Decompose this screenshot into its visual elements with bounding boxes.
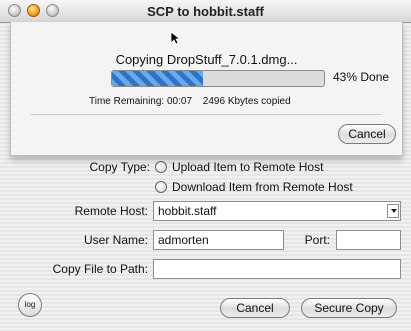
progress-sheet: Copying DropStuff_7.0.1.dmg... 43% Done …: [10, 22, 403, 156]
copy-type-label: Copy Type:: [89, 160, 150, 174]
title-bar[interactable]: SCP to hobbit.staff: [0, 0, 411, 23]
progress-bar: [111, 70, 325, 87]
cancel-button[interactable]: Cancel: [220, 298, 290, 318]
download-radio[interactable]: [155, 181, 167, 193]
time-remaining: Time Remaining: 00:07: [89, 96, 193, 107]
user-name-field[interactable]: admorten: [153, 230, 284, 250]
bytes-copied: 2496 Kbytes copied: [202, 96, 291, 107]
path-field[interactable]: [153, 259, 401, 279]
sheet-divider: [31, 114, 381, 115]
mouse-pointer-icon: [170, 31, 180, 45]
percent-done: 43% Done: [333, 70, 390, 84]
user-name-label: User Name:: [83, 233, 148, 247]
remote-host-label: Remote Host:: [74, 204, 148, 218]
port-label: Port:: [304, 233, 330, 247]
upload-radio[interactable]: [155, 161, 167, 173]
chevron-down-icon[interactable]: [387, 204, 399, 218]
download-option-label: Download Item from Remote Host: [172, 180, 353, 194]
scp-window: SCP to hobbit.staff Copy Type: Upload It…: [0, 0, 411, 331]
port-field[interactable]: [336, 230, 401, 250]
window-title: SCP to hobbit.staff: [147, 4, 264, 19]
transfer-stats: Time Remaining: 00:07 2496 Kbytes copied: [89, 96, 299, 107]
progress-fill: [112, 71, 204, 86]
sheet-cancel-button[interactable]: Cancel: [338, 124, 396, 144]
upload-option-label: Upload Item to Remote Host: [172, 160, 324, 174]
copying-status: Copying DropStuff_7.0.1.dmg...: [115, 52, 298, 67]
log-button[interactable]: log: [18, 293, 42, 317]
path-label: Copy File to Path:: [52, 262, 148, 276]
remote-host-popup[interactable]: hobbit.staff: [153, 201, 401, 221]
secure-copy-button[interactable]: Secure Copy: [301, 298, 397, 318]
